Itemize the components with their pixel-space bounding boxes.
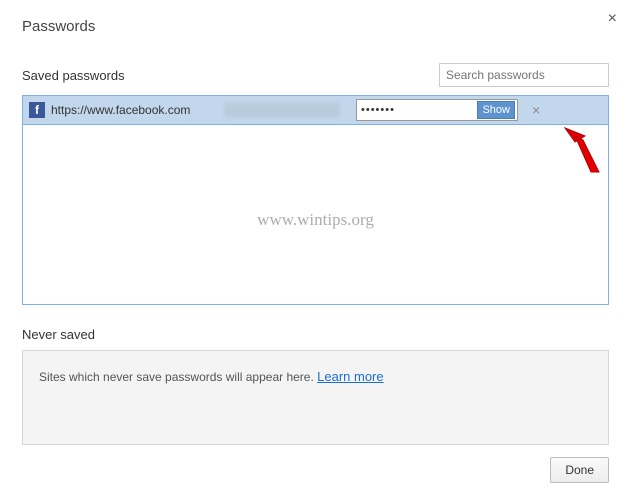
never-saved-box: Sites which never save passwords will ap… [22,350,609,445]
never-saved-label: Never saved [22,327,609,342]
search-input[interactable] [439,63,609,87]
saved-passwords-label: Saved passwords [22,68,125,83]
password-mask: ••••••• [361,104,477,116]
page-title: Passwords [22,18,609,35]
learn-more-link[interactable]: Learn more [317,369,383,384]
remove-row-icon[interactable]: × [524,102,548,118]
show-button[interactable]: Show [477,101,515,119]
footer-row: Done [22,457,609,483]
site-url: https://www.facebook.com [51,103,219,117]
done-button[interactable]: Done [550,457,609,483]
saved-header-row: Saved passwords [22,63,609,87]
password-row[interactable]: f https://www.facebook.com ••••••• Show … [23,96,608,125]
username-obscured [225,103,340,117]
close-icon[interactable]: × [608,10,617,28]
passwords-dialog: Passwords Saved passwords f https://www.… [0,0,631,501]
password-field[interactable]: ••••••• Show [356,99,518,121]
facebook-icon: f [29,102,45,118]
watermark-text: www.wintips.org [257,210,374,230]
saved-passwords-list: f https://www.facebook.com ••••••• Show … [22,95,609,305]
never-saved-text: Sites which never save passwords will ap… [39,370,317,384]
